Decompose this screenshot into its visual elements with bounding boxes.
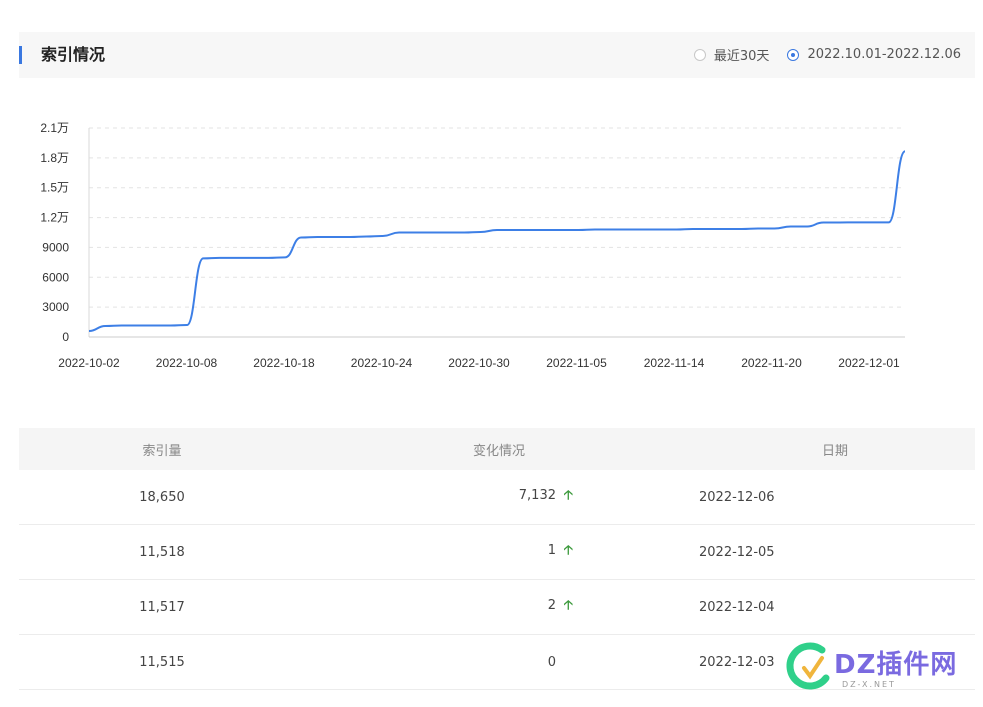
up-arrow-icon: 🡡: [563, 488, 573, 503]
index-header: 索引情况 最近30天 2022.10.01-2022.12.06: [19, 32, 975, 78]
page-title: 索引情况: [41, 45, 106, 64]
range-option-custom[interactable]: 2022.10.01-2022.12.06: [787, 47, 961, 62]
x-tick-label: 2022-11-20: [741, 356, 802, 370]
cell-date: 2022-12-04: [699, 599, 775, 615]
range-option-label: 2022.10.01-2022.12.06: [807, 47, 961, 62]
header-accent-bar: [19, 46, 22, 64]
y-tick-label: 3000: [42, 300, 69, 314]
cell-change: 7,132 🡡: [305, 486, 575, 508]
change-value: 2: [547, 598, 556, 613]
cell-date: 2022-12-05: [699, 544, 775, 560]
table-row: 11,517 2 🡡 2022-12-04: [19, 580, 975, 635]
change-value: 7,132: [518, 488, 556, 503]
x-tick-label: 2022-11-14: [644, 356, 705, 370]
change-value: 1: [547, 543, 556, 558]
x-tick-label: 2022-10-08: [156, 356, 218, 370]
up-arrow-icon: 🡡: [563, 543, 573, 558]
x-tick-label: 2022-10-24: [351, 356, 413, 370]
table-row: 11,518 1 🡡 2022-12-05: [19, 525, 975, 580]
watermark-logo: DZ插件网 DZ-X.NET: [782, 636, 972, 696]
x-tick-label: 2022-11-05: [546, 356, 607, 370]
table-header: 索引量 变化情况 日期: [19, 428, 975, 470]
cell-count: 18,650: [139, 489, 185, 505]
x-tick-label: 2022-10-18: [253, 356, 315, 370]
cell-count: 11,517: [139, 599, 185, 615]
cell-change: 0: [305, 655, 575, 670]
range-option-label: 最近30天: [713, 49, 770, 64]
y-tick-label: 9000: [42, 240, 69, 254]
y-tick-label: 0: [62, 330, 69, 344]
cell-count: 11,515: [139, 654, 185, 670]
y-tick-label: 2.1万: [40, 121, 69, 135]
watermark-sub: DZ-X.NET: [842, 680, 896, 689]
line-chart-svg: 0 3000 6000 9000 1.2万 1.5万 1.8万 2.1万 2022-10-02 2…: [40, 121, 906, 370]
table-row: 18,650 7,132 🡡 2022-12-06: [19, 470, 975, 525]
cell-change: 1 🡡: [305, 541, 575, 563]
y-tick-label: 1.8万: [40, 151, 69, 165]
cell-date: 2022-12-06: [699, 489, 775, 505]
y-tick-label: 1.5万: [40, 181, 69, 195]
header-change: 变化情况: [472, 443, 525, 459]
series-line: [88, 150, 906, 333]
x-tick-label: 2022-10-30: [448, 356, 510, 370]
watermark-text: DZ插件网: [834, 650, 958, 680]
y-tick-label: 1.2万: [40, 211, 69, 225]
up-arrow-icon: 🡡: [563, 598, 573, 613]
cell-count: 11,518: [139, 544, 185, 560]
header-count: 索引量: [142, 443, 182, 459]
y-tick-label: 6000: [42, 270, 69, 284]
radio-icon[interactable]: [693, 48, 706, 61]
date-range-selector: 最近30天 2022.10.01-2022.12.06: [676, 45, 961, 64]
x-tick-label: 2022-12-01: [838, 356, 900, 370]
header-date: 日期: [821, 443, 848, 459]
index-chart: 0 3000 6000 9000 1.2万 1.5万 1.8万 2.1万 2022-10-02 2…: [0, 100, 983, 390]
range-option-30days[interactable]: 最近30天: [693, 45, 770, 64]
change-value: 0: [547, 654, 556, 670]
x-tick-label: 2022-10-02: [58, 356, 120, 370]
cell-change: 2 🡡: [305, 596, 575, 618]
radio-checked-icon[interactable]: [787, 48, 800, 61]
dz-logo-icon: [786, 642, 830, 690]
